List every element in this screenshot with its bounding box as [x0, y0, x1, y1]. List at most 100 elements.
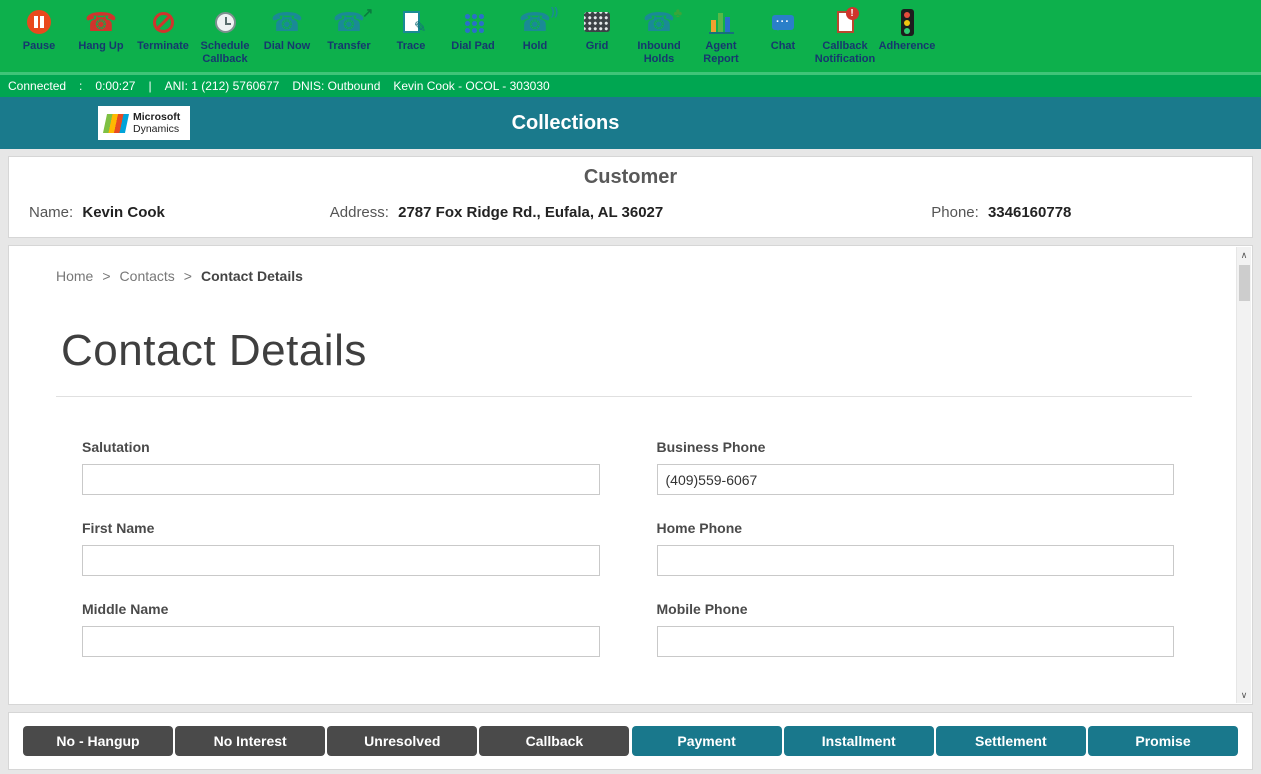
toolbar-label-chat: Chat — [771, 40, 795, 53]
salutation-group: Salutation — [82, 439, 600, 495]
toolbar-label-transfer: Transfer — [327, 40, 370, 53]
callback-notification-icon — [837, 11, 854, 33]
customer-section-title: Customer — [29, 166, 1232, 189]
customer-panel: Customer Name: Kevin Cook Address: 2787 … — [8, 156, 1253, 238]
trace-icon — [403, 11, 420, 33]
first-name-input[interactable] — [82, 545, 600, 576]
connection-status: Connected — [8, 79, 66, 93]
app-header: Microsoft Dynamics Collections — [0, 97, 1261, 149]
toolbar-button-dial-pad[interactable]: Dial Pad — [442, 7, 504, 53]
heading-divider — [56, 396, 1192, 397]
first-name-label: First Name — [82, 520, 600, 536]
home-phone-group: Home Phone — [657, 520, 1175, 576]
payment-button[interactable]: Payment — [632, 726, 782, 756]
pause-icon — [27, 10, 51, 34]
dynamics-logo-mark — [103, 114, 129, 133]
breadcrumb-separator: > — [102, 268, 110, 284]
toolbar-label-trace: Trace — [397, 40, 426, 53]
toolbar-label-hold: Hold — [523, 40, 547, 53]
toolbar-button-schedule-callback[interactable]: Schedule Callback — [194, 7, 256, 65]
toolbar-button-adherence[interactable]: Adherence — [876, 7, 938, 53]
inbound-holds-icon — [643, 9, 675, 35]
mobile-phone-label: Mobile Phone — [657, 601, 1175, 617]
home-phone-input[interactable] — [657, 545, 1175, 576]
unresolved-button[interactable]: Unresolved — [327, 726, 477, 756]
customer-phone-label: Phone: — [931, 204, 979, 221]
dial-now-icon — [271, 9, 303, 35]
customer-address-field: Address: 2787 Fox Ridge Rd., Eufala, AL … — [330, 204, 932, 221]
business-phone-group: Business Phone — [657, 439, 1175, 495]
breadcrumb-contacts[interactable]: Contacts — [120, 268, 175, 284]
toolbar-button-callback-notification[interactable]: Callback Notification — [814, 7, 876, 65]
mobile-phone-input[interactable] — [657, 626, 1175, 657]
main-content: Home > Contacts > Contact Details Contac… — [8, 245, 1253, 705]
toolbar-button-grid[interactable]: Grid — [566, 7, 628, 53]
business-phone-label: Business Phone — [657, 439, 1175, 455]
no-hangup-button[interactable]: No - Hangup — [23, 726, 173, 756]
status-separator-pipe: | — [148, 79, 151, 93]
customer-phone-field: Phone: 3346160778 — [931, 204, 1232, 221]
salutation-label: Salutation — [82, 439, 600, 455]
vertical-scrollbar[interactable]: ∧ ∨ — [1236, 247, 1251, 703]
terminate-icon — [153, 12, 174, 33]
scroll-up-icon[interactable]: ∧ — [1237, 247, 1251, 263]
mobile-phone-group: Mobile Phone — [657, 601, 1175, 657]
grid-icon — [584, 12, 610, 32]
status-bar: Connected : 0:00:27 | ANI: 1 (212) 57606… — [0, 75, 1261, 97]
toolbar-label-callback-notification: Callback Notification — [814, 40, 876, 65]
toolbar-label-schedule-callback: Schedule Callback — [194, 40, 256, 65]
promise-button[interactable]: Promise — [1088, 726, 1238, 756]
contact-details-form: Salutation Business Phone First Name Hom… — [56, 439, 1192, 657]
toolbar-button-dial-now[interactable]: Dial Now — [256, 7, 318, 53]
ani-info: ANI: 1 (212) 5760677 — [165, 79, 280, 93]
dnis-info: DNIS: Outbound — [292, 79, 380, 93]
breadcrumb: Home > Contacts > Contact Details — [56, 268, 1192, 284]
customer-name-value: Kevin Cook — [82, 204, 165, 221]
toolbar-label-dial-pad: Dial Pad — [451, 40, 494, 53]
toolbar-button-hold[interactable]: Hold — [504, 7, 566, 53]
customer-name-field: Name: Kevin Cook — [29, 204, 330, 221]
installment-button[interactable]: Installment — [784, 726, 934, 756]
chat-icon — [772, 15, 794, 30]
middle-name-group: Middle Name — [82, 601, 600, 657]
toolbar-button-inbound-holds[interactable]: Inbound Holds — [628, 7, 690, 65]
salutation-input[interactable] — [82, 464, 600, 495]
hangup-icon — [85, 9, 117, 35]
toolbar-button-chat[interactable]: Chat — [752, 7, 814, 53]
toolbar-label-adherence: Adherence — [879, 40, 936, 53]
contact-details-heading: Contact Details — [61, 326, 1192, 376]
toolbar-label-hang-up: Hang Up — [78, 40, 123, 53]
dial-pad-icon — [463, 12, 484, 33]
scrollbar-thumb[interactable] — [1239, 265, 1250, 301]
toolbar-button-terminate[interactable]: Terminate — [132, 7, 194, 53]
agent-report-icon — [709, 10, 734, 34]
call-timer: 0:00:27 — [95, 79, 135, 93]
first-name-group: First Name — [82, 520, 600, 576]
toolbar-button-agent-report[interactable]: Agent Report — [690, 7, 752, 65]
transfer-icon — [333, 9, 365, 35]
toolbar-label-inbound-holds: Inbound Holds — [628, 40, 690, 65]
logo-text-dynamics: Dynamics — [133, 123, 180, 135]
toolbar-button-transfer[interactable]: Transfer — [318, 7, 380, 53]
no-interest-button[interactable]: No Interest — [175, 726, 325, 756]
status-separator-colon: : — [79, 79, 82, 93]
settlement-button[interactable]: Settlement — [936, 726, 1086, 756]
customer-fields: Name: Kevin Cook Address: 2787 Fox Ridge… — [29, 204, 1232, 221]
toolbar-button-hang-up[interactable]: Hang Up — [70, 7, 132, 53]
business-phone-input[interactable] — [657, 464, 1175, 495]
toolbar-button-pause[interactable]: Pause — [8, 7, 70, 53]
toolbar-label-pause: Pause — [23, 40, 55, 53]
toolbar-label-dial-now: Dial Now — [264, 40, 310, 53]
breadcrumb-separator: > — [184, 268, 192, 284]
middle-name-input[interactable] — [82, 626, 600, 657]
callback-button[interactable]: Callback — [479, 726, 629, 756]
toolbar-label-grid: Grid — [586, 40, 609, 53]
breadcrumb-home[interactable]: Home — [56, 268, 93, 284]
scroll-down-icon[interactable]: ∨ — [1237, 687, 1251, 703]
adherence-icon — [901, 9, 914, 36]
home-phone-label: Home Phone — [657, 520, 1175, 536]
microsoft-dynamics-logo: Microsoft Dynamics — [98, 106, 190, 140]
middle-name-label: Middle Name — [82, 601, 600, 617]
toolbar-button-trace[interactable]: Trace — [380, 7, 442, 53]
customer-address-label: Address: — [330, 204, 389, 221]
